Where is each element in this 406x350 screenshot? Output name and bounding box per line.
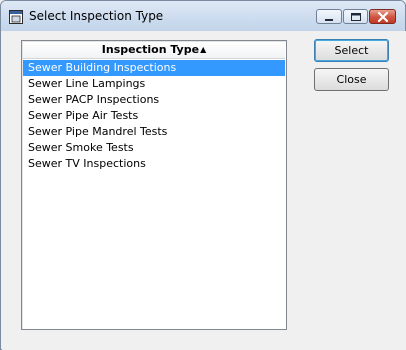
list-item[interactable]: Sewer Pipe Mandrel Tests xyxy=(23,124,285,140)
column-header-label: Inspection Type xyxy=(101,43,200,56)
app-window-icon xyxy=(9,10,23,24)
minimize-button[interactable] xyxy=(316,9,342,24)
list-item[interactable]: Sewer Pipe Air Tests xyxy=(23,108,285,124)
minimize-icon xyxy=(325,19,333,21)
close-icon xyxy=(377,11,389,23)
close-button[interactable]: Close xyxy=(314,68,389,91)
title-bar[interactable]: Select Inspection Type xyxy=(1,1,405,31)
list-items: Sewer Building Inspections Sewer Line La… xyxy=(23,60,285,172)
list-item[interactable]: Sewer TV Inspections xyxy=(23,156,285,172)
sort-ascending-icon: ▲ xyxy=(200,45,207,54)
select-button[interactable]: Select xyxy=(314,39,389,62)
list-item[interactable]: Sewer Smoke Tests xyxy=(23,140,285,156)
column-header-inspection-type[interactable]: Inspection Type▲ xyxy=(23,42,285,59)
list-item[interactable]: Sewer Line Lampings xyxy=(23,76,285,92)
list-item[interactable]: Sewer Building Inspections xyxy=(23,60,285,76)
list-item[interactable]: Sewer PACP Inspections xyxy=(23,92,285,108)
inspection-type-list[interactable]: Inspection Type▲ Sewer Building Inspecti… xyxy=(21,40,287,330)
window-title: Select Inspection Type xyxy=(29,9,164,23)
maximize-button[interactable] xyxy=(343,9,368,24)
dialog-body: Inspection Type▲ Sewer Building Inspecti… xyxy=(2,31,406,350)
dialog-window: Select Inspection Type Inspection Type▲ … xyxy=(0,0,406,350)
close-window-button[interactable] xyxy=(369,9,396,24)
maximize-icon xyxy=(351,13,361,21)
